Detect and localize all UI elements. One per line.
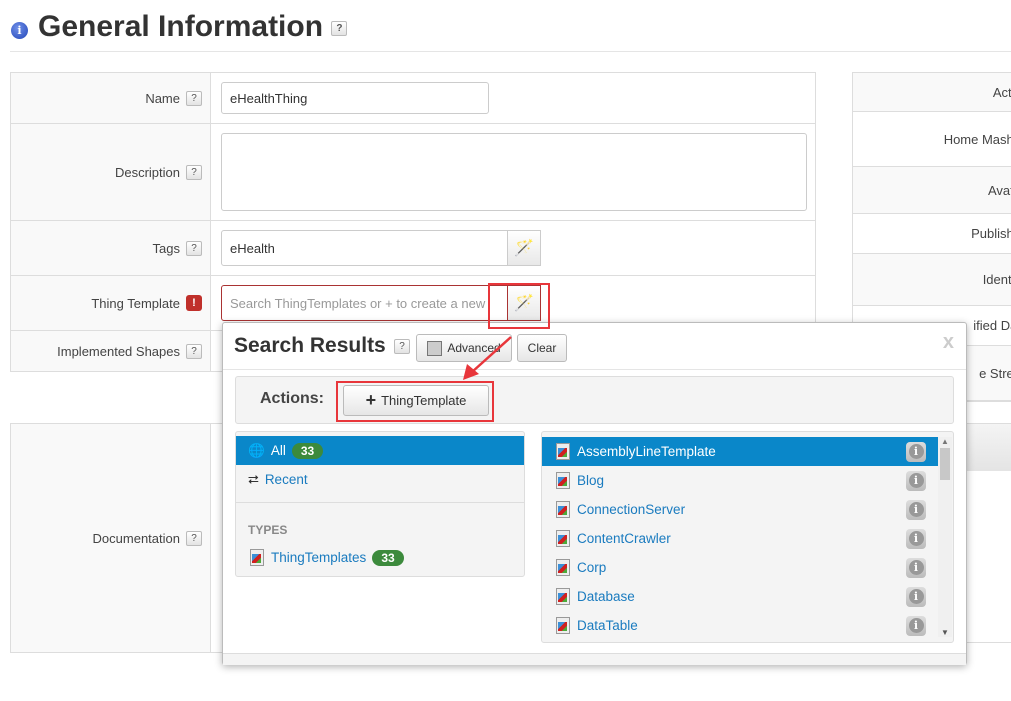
annotation-arrow xyxy=(463,336,512,380)
